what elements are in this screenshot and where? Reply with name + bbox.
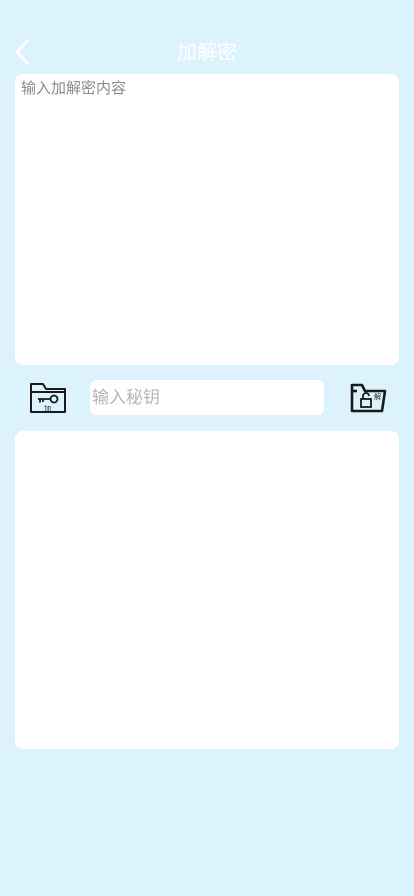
folder-key-icon: 加 (30, 383, 66, 413)
content-input[interactable] (15, 74, 399, 365)
content-input-card (15, 74, 399, 365)
encrypt-button[interactable]: 加 (28, 378, 68, 416)
key-input-box (90, 380, 324, 415)
page-title: 加解密 (177, 40, 237, 64)
key-icon (49, 394, 59, 404)
decrypt-badge: 解 (374, 392, 381, 401)
result-output[interactable] (15, 431, 399, 749)
decrypt-button[interactable]: 解 (348, 378, 388, 416)
folder-unlock-icon: 解 (350, 383, 387, 413)
padlock-icon (360, 398, 372, 408)
key-input[interactable] (90, 380, 324, 415)
encrypt-badge: 加 (44, 404, 51, 413)
